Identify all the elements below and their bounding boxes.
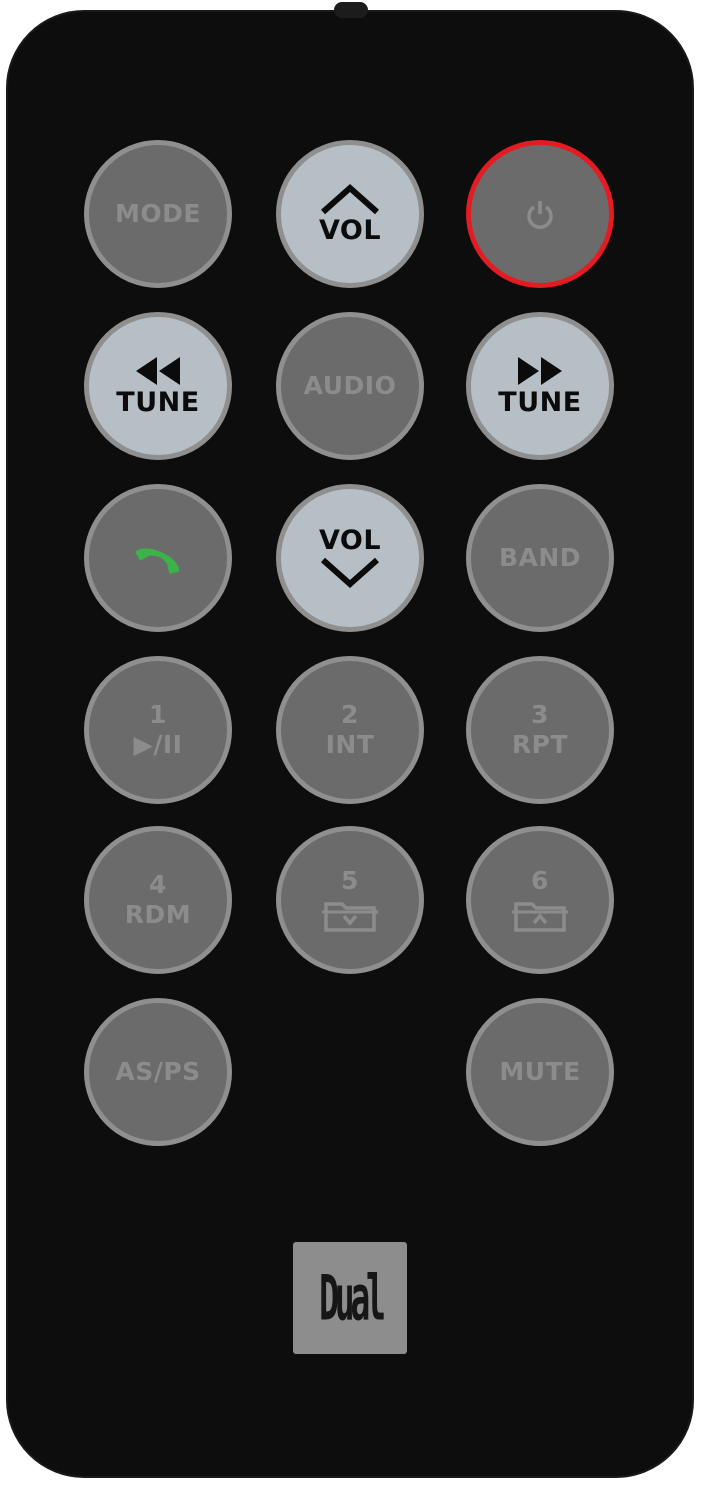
- folder-down-icon: [322, 902, 378, 932]
- preset-5-number: 5: [341, 866, 359, 895]
- preset-5-button[interactable]: 5: [276, 826, 424, 974]
- volume-down-button[interactable]: VOL: [276, 484, 424, 632]
- tune-previous-label: TUNE: [116, 387, 200, 418]
- fast-forward-icon: [518, 357, 562, 385]
- random-label: RDM: [124, 900, 192, 929]
- preset-6-button[interactable]: 6: [466, 826, 614, 974]
- preset-6-number: 6: [531, 866, 549, 895]
- dual-logo: Dual: [293, 1242, 407, 1354]
- preset-1-number: 1: [149, 700, 167, 729]
- volume-up-button[interactable]: VOL: [276, 140, 424, 288]
- chevron-up-icon: [321, 183, 379, 215]
- band-label: BAND: [498, 543, 582, 572]
- tune-previous-button[interactable]: TUNE: [84, 312, 232, 460]
- preset-4-button[interactable]: 4 RDM: [84, 826, 232, 974]
- preset-4-number: 4: [149, 870, 167, 899]
- mode-label: MODE: [115, 199, 201, 228]
- tune-next-button[interactable]: TUNE: [466, 312, 614, 460]
- mode-button[interactable]: MODE: [84, 140, 232, 288]
- mute-label: MUTE: [499, 1057, 581, 1086]
- play-pause-label: ▶/II: [133, 730, 183, 759]
- auto-store-preset-scan-button[interactable]: AS/PS: [84, 998, 232, 1146]
- tune-next-label: TUNE: [498, 387, 582, 418]
- audio-label: AUDIO: [303, 371, 397, 400]
- rewind-icon: [136, 357, 180, 385]
- preset-3-button[interactable]: 3 RPT: [466, 656, 614, 804]
- volume-up-label: VOL: [318, 215, 382, 246]
- phone-icon: [135, 548, 180, 574]
- intro-label: INT: [325, 730, 375, 759]
- repeat-label: RPT: [511, 730, 569, 759]
- power-icon: [527, 201, 553, 229]
- folder-up-icon: [512, 902, 568, 932]
- power-button[interactable]: [466, 140, 614, 288]
- audio-button[interactable]: AUDIO: [276, 312, 424, 460]
- volume-down-label: VOL: [318, 525, 382, 556]
- preset-3-number: 3: [531, 700, 549, 729]
- chevron-down-icon: [321, 557, 379, 589]
- preset-1-button[interactable]: 1 ▶/II: [84, 656, 232, 804]
- call-button[interactable]: [84, 484, 232, 632]
- band-button[interactable]: BAND: [466, 484, 614, 632]
- remote-top-nub: [334, 2, 368, 18]
- mute-button[interactable]: MUTE: [466, 998, 614, 1146]
- preset-2-button[interactable]: 2 INT: [276, 656, 424, 804]
- logo-text: Dual: [318, 1261, 386, 1335]
- preset-2-number: 2: [341, 700, 359, 729]
- as-ps-label: AS/PS: [115, 1057, 201, 1086]
